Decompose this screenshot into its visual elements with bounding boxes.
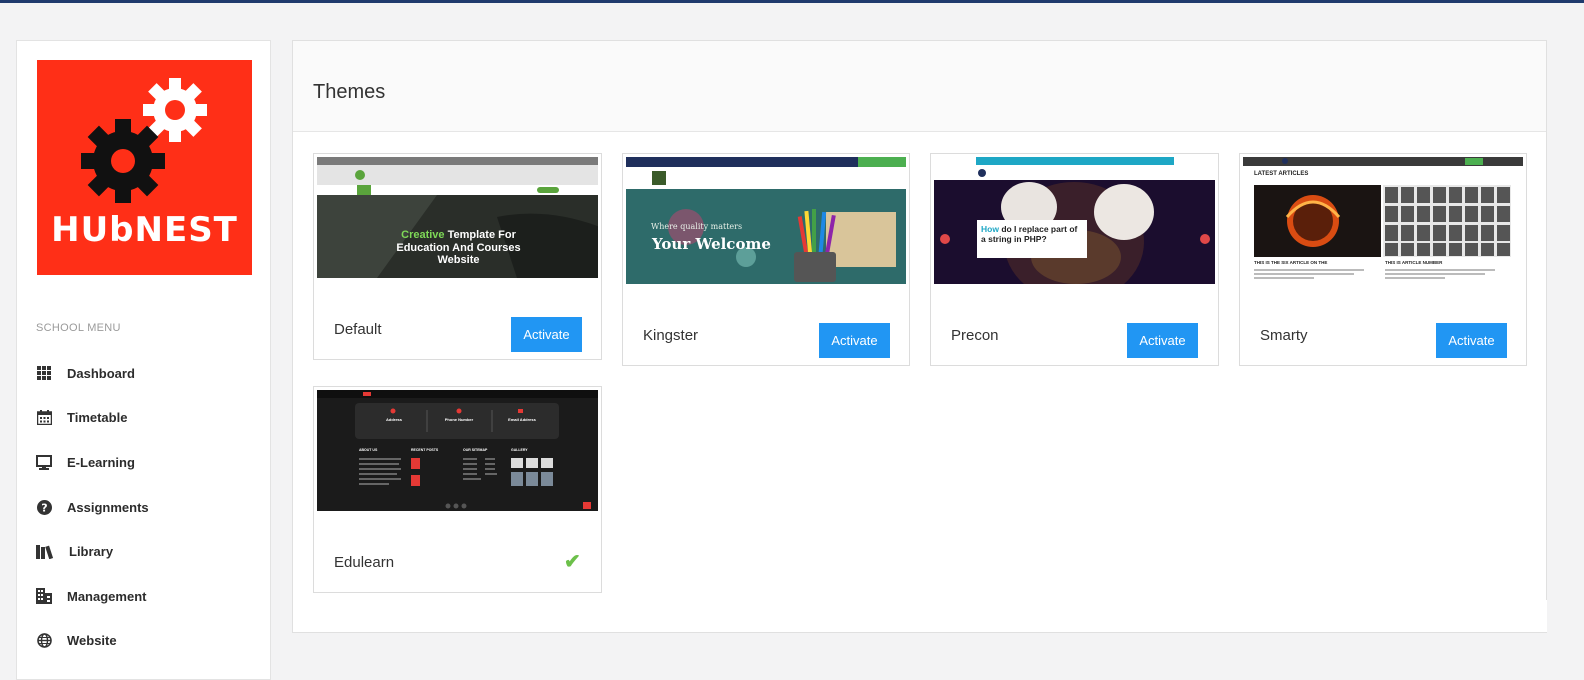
theme-name: Precon (951, 327, 999, 344)
activate-button-precon[interactable]: Activate (1127, 323, 1198, 358)
menu-header: SCHOOL MENU (36, 322, 121, 334)
theme-preview-kingster: Where quality matters Your Welcome (626, 157, 906, 284)
preview-headline-accent: How (981, 224, 999, 234)
sidebar: HUbNEST SCHOOL MENU Dashboard Timetable … (16, 40, 271, 680)
sidebar-item-label: Assignments (67, 499, 149, 515)
preview-caption-2: THIS IS ARTICLE NUMBER (1385, 260, 1443, 265)
theme-preview-precon: How do I replace part of a string in PHP… (934, 157, 1215, 284)
preview-footer-posts: RECENT POSTS (411, 448, 439, 452)
preview-col-address: Address (385, 417, 402, 422)
grid-icon (36, 365, 52, 381)
preview-caption-1: THIS IS THE SIX ARTICLE ON THE (1254, 260, 1328, 265)
sidebar-item-timetable[interactable]: Timetable (36, 396, 261, 441)
sidebar-item-e-learning[interactable]: E-Learning (36, 440, 261, 485)
theme-card-kingster: Where quality matters Your Welcome Kings… (622, 153, 910, 366)
theme-card-edulearn: Address Phone Number Email Address ABOUT… (313, 386, 602, 593)
monitor-icon (36, 454, 52, 470)
svg-text:?: ? (41, 501, 47, 514)
theme-name: Edulearn (334, 554, 395, 571)
sidebar-item-label: E-Learning (67, 454, 135, 470)
preview-headline: Your Welcome (652, 235, 771, 253)
top-accent-bar (0, 0, 1584, 3)
activate-button-kingster[interactable]: Activate (819, 323, 890, 358)
overlay-patch (1443, 600, 1547, 632)
sidebar-item-assignments[interactable]: ? Assignments (36, 485, 261, 530)
activate-button-smarty[interactable]: Activate (1436, 323, 1507, 358)
preview-footer-about: ABOUT US (359, 448, 378, 452)
theme-name: Kingster (643, 327, 699, 344)
themes-panel: Themes Creative Template For Education A… (292, 40, 1547, 633)
sidebar-item-label: Website (67, 633, 117, 649)
preview-headline: do I replace part of (998, 224, 1078, 234)
page-title: Themes (313, 81, 386, 103)
preview-footer-gallery: GALLERY (511, 448, 528, 452)
sidebar-item-label: Management (67, 588, 147, 604)
school-menu: Dashboard Timetable E-Learning ? Assignm… (36, 351, 261, 663)
preview-headline-accent: Creative (401, 229, 445, 241)
theme-name: Default (334, 321, 382, 338)
theme-preview-edulearn: Address Phone Number Email Address ABOUT… (317, 390, 598, 511)
sidebar-item-website[interactable]: Website (36, 619, 261, 664)
preview-headline-line2: Education And Courses (396, 241, 521, 254)
check-icon: ✔ (564, 551, 581, 573)
theme-card-smarty: LATEST ARTICLES THIS IS THE SIX ARTICLE … (1239, 153, 1527, 366)
theme-preview-smarty: LATEST ARTICLES THIS IS THE SIX ARTICLE … (1243, 157, 1523, 284)
logo-text: HUbNEST (51, 210, 238, 250)
sidebar-item-dashboard[interactable]: Dashboard (36, 351, 261, 396)
theme-preview-default: Creative Template For Education And Cour… (317, 157, 598, 278)
calendar-icon (36, 410, 52, 426)
sidebar-item-management[interactable]: Management (36, 574, 261, 619)
theme-name: Smarty (1260, 327, 1308, 344)
preview-caption-box: How do I replace part of a string in PHP… (977, 220, 1087, 258)
preview-tagline: Where quality matters (651, 222, 743, 231)
activate-button-default[interactable]: Activate (511, 317, 582, 352)
preview-section-title: LATEST ARTICLES (1254, 171, 1309, 177)
sidebar-item-label: Timetable (67, 410, 128, 426)
preview-col-phone: Phone Number (444, 417, 474, 422)
sidebar-item-label: Dashboard (67, 365, 135, 381)
preview-headline: Template For (444, 229, 516, 241)
question-circle-icon: ? (36, 499, 52, 515)
preview-headline-line3: Website (437, 254, 480, 266)
building-icon (36, 588, 52, 605)
books-icon (36, 544, 54, 560)
theme-card-default: Creative Template For Education And Cour… (313, 153, 602, 360)
globe-icon (36, 633, 52, 649)
theme-card-precon: How do I replace part of a string in PHP… (930, 153, 1219, 366)
sidebar-item-library[interactable]: Library (36, 529, 261, 574)
sidebar-item-label: Library (69, 544, 114, 560)
panel-header: Themes (293, 41, 1546, 132)
preview-headline-line2: a string in PHP? (981, 234, 1047, 244)
preview-footer-sitemap: OUR SITEMAP (463, 448, 488, 452)
school-logo[interactable]: HUbNEST (37, 60, 252, 275)
preview-col-email: Email Address (508, 417, 536, 422)
